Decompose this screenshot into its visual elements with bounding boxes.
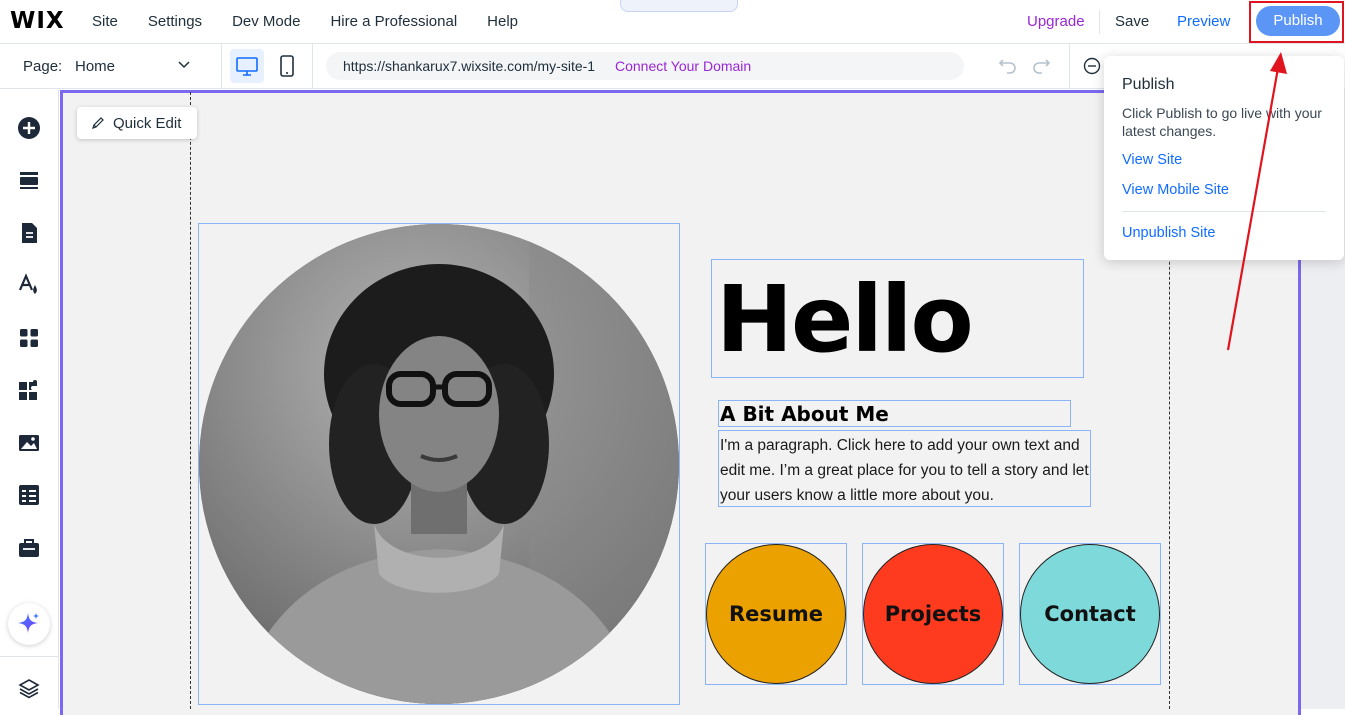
page-selector-label: Page:	[23, 58, 63, 75]
menu-help[interactable]: Help	[487, 13, 518, 30]
business-icon[interactable]	[17, 536, 41, 560]
view-mobile-site-link[interactable]: View Mobile Site	[1122, 182, 1229, 198]
undo-icon[interactable]	[997, 53, 1019, 75]
toolbar-divider	[1069, 44, 1070, 89]
about-title[interactable]: A Bit About Me	[720, 402, 889, 426]
contact-button-frame[interactable]: Contact	[1019, 543, 1161, 685]
about-paragraph-frame[interactable]: I'm a paragraph. Click here to add your …	[718, 430, 1091, 507]
mobile-view-button[interactable]	[270, 49, 304, 83]
site-url-bar: https://shankarux7.wixsite.com/my-site-1…	[326, 52, 964, 80]
apps-icon[interactable]	[17, 326, 41, 350]
layers-icon[interactable]	[17, 676, 41, 700]
publish-popover: Publish Click Publish to go live with yo…	[1104, 56, 1344, 260]
unpublish-site-link[interactable]: Unpublish Site	[1122, 225, 1216, 241]
resume-button-label: Resume	[729, 602, 823, 626]
menu-settings[interactable]: Settings	[148, 13, 202, 30]
popover-description: Click Publish to go live with your lates…	[1122, 105, 1322, 139]
design-icon[interactable]	[17, 273, 41, 297]
preview-button[interactable]: Preview	[1177, 13, 1230, 30]
save-button[interactable]: Save	[1115, 13, 1149, 30]
zoom-out-icon[interactable]	[1082, 56, 1102, 76]
topbar-divider	[1099, 10, 1100, 34]
popover-title: Publish	[1122, 76, 1175, 93]
menu-site[interactable]: Site	[92, 13, 118, 30]
chevron-up-icon: ⌃	[674, 0, 684, 8]
chevron-down-icon[interactable]	[177, 58, 191, 72]
toolbar-divider	[221, 44, 222, 89]
page-selector[interactable]: Home	[75, 58, 115, 75]
hello-heading-frame[interactable]: Hello	[711, 259, 1084, 378]
pages-icon[interactable]	[17, 221, 41, 245]
ai-assistant-icon[interactable]	[8, 603, 50, 645]
contact-button-label: Contact	[1044, 602, 1136, 626]
grid-guide-left	[190, 92, 191, 709]
upgrade-link[interactable]: Upgrade	[1027, 13, 1085, 30]
menu-dev-mode[interactable]: Dev Mode	[232, 13, 300, 30]
media-icon[interactable]	[17, 431, 41, 455]
sidebar-divider	[0, 656, 59, 657]
add-icon[interactable]	[17, 116, 41, 140]
quick-edit-button[interactable]: Quick Edit	[77, 107, 197, 139]
quick-edit-label: Quick Edit	[113, 114, 182, 132]
contact-button[interactable]: Contact	[1020, 544, 1160, 684]
view-site-link[interactable]: View Site	[1122, 152, 1182, 168]
app-market-icon[interactable]	[17, 378, 41, 402]
top-menu: Site Settings Dev Mode Hire a Profession…	[92, 13, 548, 30]
menu-hire-a-professional[interactable]: Hire a Professional	[330, 13, 457, 30]
site-url: https://shankarux7.wixsite.com/my-site-1	[343, 58, 596, 74]
about-title-frame[interactable]: A Bit About Me	[718, 400, 1071, 427]
profile-image-frame[interactable]	[198, 223, 680, 705]
pencil-icon	[92, 117, 104, 129]
desktop-view-button[interactable]	[230, 49, 264, 83]
hello-heading[interactable]: Hello	[716, 272, 974, 367]
redo-icon[interactable]	[1030, 53, 1052, 75]
collapse-toolbar-tab[interactable]: ⌃	[620, 0, 738, 12]
mobile-icon	[280, 55, 294, 77]
top-bar: WIX Site Settings Dev Mode Hire a Profes…	[0, 0, 1345, 44]
about-paragraph[interactable]: I'm a paragraph. Click here to add your …	[720, 433, 1090, 508]
publish-highlight-box	[1249, 1, 1344, 43]
left-sidebar	[0, 90, 59, 709]
desktop-icon	[236, 57, 258, 76]
sections-icon[interactable]	[17, 168, 41, 192]
profile-image[interactable]	[199, 224, 679, 704]
projects-button-frame[interactable]: Projects	[862, 543, 1004, 685]
projects-button-label: Projects	[884, 602, 982, 626]
connect-domain-link[interactable]: Connect Your Domain	[615, 58, 751, 74]
cms-icon[interactable]	[17, 483, 41, 507]
projects-button[interactable]: Projects	[863, 544, 1003, 684]
resume-button-frame[interactable]: Resume	[705, 543, 847, 685]
resume-button[interactable]: Resume	[706, 544, 846, 684]
wix-logo[interactable]: WIX	[10, 8, 65, 34]
popover-divider	[1122, 211, 1326, 212]
toolbar-divider	[312, 44, 313, 89]
